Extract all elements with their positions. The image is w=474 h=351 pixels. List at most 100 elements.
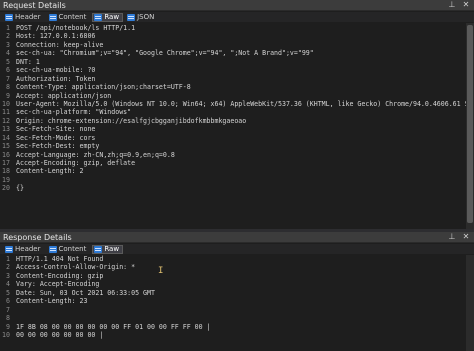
request-scrollbar-thumb[interactable]	[467, 25, 473, 223]
code-line: 7 Authorization: Token	[0, 75, 466, 83]
line-number: 12	[2, 116, 10, 125]
code-line: 13 Sec-Fetch-Site: none	[0, 125, 466, 133]
tab-label: JSON	[137, 13, 155, 21]
code-line: 18 Content-Length: 2	[0, 167, 466, 175]
line-number: 14	[2, 133, 10, 142]
code-line: 8 Content-Type: application/json;charset=…	[0, 83, 466, 91]
line-number: 2	[6, 32, 10, 41]
code-text: Accept-Language: zh-CN,zh;q=0.9,en;q=0.8	[16, 150, 175, 159]
close-icon[interactable]: ✕	[462, 1, 470, 9]
tab-response-raw[interactable]: Raw	[92, 244, 124, 254]
code-line: 1 POST /api/notebook/ls HTTP/1.1	[0, 24, 466, 32]
content-icon	[48, 245, 57, 253]
tab-label: Raw	[104, 13, 120, 21]
line-number: 17	[2, 159, 10, 167]
code-line: 6 sec-ch-ua-mobile: ?0	[0, 66, 466, 74]
code-text: Connection: keep-alive	[16, 40, 104, 49]
code-line: 5 Date: Sun, 03 Oct 2021 06:33:05 GMT	[0, 289, 466, 297]
code-text: User-Agent: Mozilla/5.0 (Windows NT 10.0…	[16, 99, 466, 108]
line-number: 1	[6, 255, 10, 263]
response-tabbar: Header Content Raw	[0, 244, 474, 254]
code-text: sec-ch-ua-platform: "Windows"	[16, 108, 132, 117]
code-line: 7	[0, 306, 466, 314]
code-line: 5 DNT: 1	[0, 58, 466, 66]
line-number: 20	[2, 184, 10, 193]
code-line: 1 HTTP/1.1 404 Not Found	[0, 255, 466, 263]
code-line: 15 Sec-Fetch-Dest: empty	[0, 142, 466, 150]
close-icon[interactable]: ✕	[462, 233, 470, 241]
json-icon	[127, 13, 136, 21]
line-number: 15	[2, 142, 10, 151]
tab-label: Header	[15, 13, 41, 21]
tab-response-content[interactable]: Content	[47, 245, 91, 254]
code-text: 1F 8B 08 00 00 00 00 00 00 FF 01 00 00 F…	[16, 322, 211, 331]
code-line: 8	[0, 314, 466, 322]
response-raw-editor[interactable]: 1 HTTP/1.1 404 Not Found 2 Access-Control-A…	[0, 255, 466, 351]
line-number: 16	[2, 150, 10, 159]
line-number: 8	[6, 314, 10, 323]
line-number: 18	[2, 167, 10, 176]
tab-request-json[interactable]: JSON	[125, 13, 158, 22]
line-number: 13	[2, 125, 10, 134]
code-text: 00 00 00 00 00 00 00 |	[16, 330, 104, 339]
line-number: 11	[2, 108, 10, 117]
line-number: 2	[6, 263, 10, 272]
line-number: 5	[6, 57, 10, 66]
code-line: 9 Accept: application/json	[0, 92, 466, 100]
code-line: 19	[0, 176, 466, 184]
code-line: 4 sec-ch-ua: "Chromium";v="94", "Google C…	[0, 49, 466, 57]
tab-request-header[interactable]: Header	[3, 13, 45, 22]
text-cursor-icon: I	[158, 266, 164, 276]
response-scrollbar[interactable]	[466, 255, 474, 351]
response-details-header: Response Details ⊥ ✕	[0, 232, 474, 243]
code-line: 4 Vary: Accept-Encoding	[0, 280, 466, 288]
line-number: 10	[2, 330, 10, 339]
pin-icon[interactable]: ⊥	[448, 1, 456, 9]
line-number: 6	[6, 297, 10, 306]
header-icon	[5, 13, 13, 21]
content-icon	[48, 13, 57, 21]
code-line: 16 Accept-Language: zh-CN,zh;q=0.9,en;q=0…	[0, 151, 466, 159]
code-text: DNT: 1	[16, 57, 40, 66]
line-number: 6	[6, 66, 10, 75]
header-icon	[5, 245, 13, 253]
request-tabbar: Header Content Raw JSON	[0, 12, 474, 22]
code-text: Vary: Accept-Encoding	[16, 280, 100, 289]
code-text: POST /api/notebook/ls HTTP/1.1	[16, 24, 136, 32]
line-number: 1	[6, 24, 10, 32]
request-raw-editor[interactable]: 1 POST /api/notebook/ls HTTP/1.1 2 Host: 12…	[0, 23, 466, 229]
line-number: 9	[6, 322, 10, 331]
line-number: 4	[6, 280, 10, 289]
code-line: 14 Sec-Fetch-Mode: cors	[0, 134, 466, 142]
line-number: 7	[6, 305, 10, 314]
code-line: 6 Content-Length: 23	[0, 297, 466, 305]
tab-label: Content	[58, 245, 87, 253]
raw-icon	[94, 13, 103, 21]
line-number: 10	[2, 99, 10, 108]
response-details-title: Response Details	[3, 232, 72, 242]
code-text: Sec-Fetch-Site: none	[16, 125, 96, 134]
code-line: 12 Origin: chrome-extension://esalfgjcbgg…	[0, 117, 466, 125]
code-text: Content-Length: 23	[16, 297, 88, 306]
tab-request-raw[interactable]: Raw	[92, 12, 124, 22]
code-line: 3 Connection: keep-alive	[0, 41, 466, 49]
tab-label: Raw	[104, 245, 120, 253]
line-number: 8	[6, 83, 10, 92]
tab-request-content[interactable]: Content	[47, 13, 91, 22]
line-number: 19	[2, 175, 10, 184]
line-number: 7	[6, 74, 10, 83]
code-text: HTTP/1.1 404 Not Found	[16, 255, 104, 263]
code-text: Accept-Encoding: gzip, deflate	[16, 159, 136, 167]
code-text: Accept: application/json	[16, 91, 112, 100]
line-number: 5	[6, 288, 10, 297]
tab-response-header[interactable]: Header	[3, 245, 45, 254]
request-details-header: Request Details ⊥ ✕	[0, 0, 474, 11]
code-text: Content-Encoding: gzip	[16, 271, 104, 280]
code-text: sec-ch-ua-mobile: ?0	[16, 66, 96, 75]
code-text: Origin: chrome-extension://esalfgjcbggan…	[16, 116, 247, 125]
pin-icon[interactable]: ⊥	[448, 233, 456, 241]
code-line: 17 Accept-Encoding: gzip, deflate	[0, 159, 466, 167]
request-scrollbar[interactable]	[466, 23, 474, 229]
